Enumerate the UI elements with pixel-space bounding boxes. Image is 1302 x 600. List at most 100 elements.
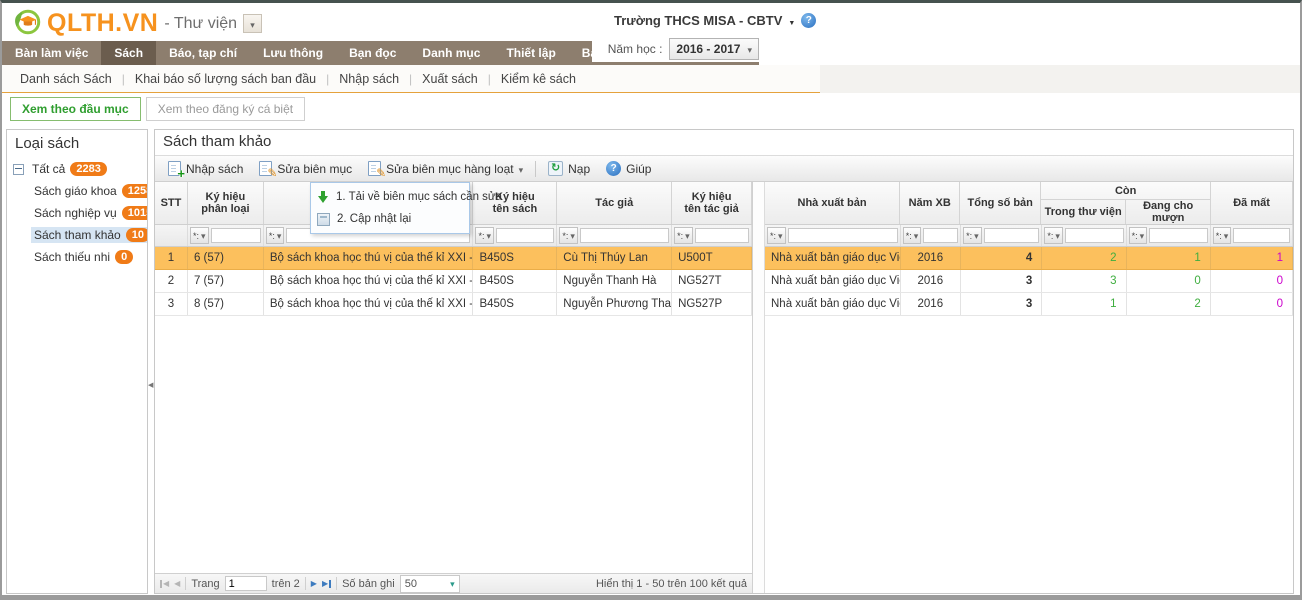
prev-page-icon[interactable]	[174, 580, 180, 588]
filter-operator-button[interactable]: *:	[1213, 227, 1232, 244]
filter-operator-button[interactable]: *:	[903, 227, 922, 244]
tree-item-4[interactable]: Sách thiếu nhi0	[7, 246, 147, 268]
table-row[interactable]: 16 (57)Bộ sách khoa học thú vị của thế k…	[155, 247, 752, 270]
filter-operator-button[interactable]: *:	[963, 227, 982, 244]
column-header-khpl[interactable]: Ký hiệu phân loại	[188, 182, 264, 224]
menu-item-update-again[interactable]: 2. Cập nhật lại	[311, 208, 469, 230]
table-row[interactable]: 38 (57)Bộ sách khoa học thú vị của thế k…	[155, 293, 752, 316]
help-button[interactable]: Giúp	[599, 159, 658, 178]
filter-input[interactable]	[1065, 228, 1124, 243]
table-row[interactable]: Nhà xuất bản giáo dục Việt Nam20163300	[765, 270, 1293, 293]
last-page-icon[interactable]	[322, 580, 331, 588]
toolbar-button-label: Sửa biên mục	[277, 162, 352, 176]
table-row[interactable]: 27 (57)Bộ sách khoa học thú vị của thế k…	[155, 270, 752, 293]
filter-input[interactable]	[496, 228, 554, 243]
next-page-icon[interactable]	[311, 580, 317, 588]
column-header-kh_tac_gia[interactable]: Ký hiệu tên tác giả	[672, 182, 752, 224]
nav-tab-ban-lam-viec[interactable]: Bàn làm việc	[2, 41, 101, 65]
filter-operator-button[interactable]: *:	[674, 227, 693, 244]
filter-operator-button[interactable]: *:	[190, 227, 209, 244]
tree-item-3[interactable]: Sách tham khảo10	[7, 224, 147, 246]
filter-cell-khpl: *:	[188, 225, 264, 246]
filter-input[interactable]	[923, 228, 958, 243]
reload-button[interactable]: Nạp	[541, 159, 597, 178]
filter-input[interactable]	[695, 228, 749, 243]
view-by-heading-button[interactable]: Xem theo đầu mục	[10, 97, 141, 121]
grid-left-section: STTKý hiệu phân loạiTên sáchKý hiệu tên …	[155, 182, 753, 593]
vertical-scrollbar[interactable]	[753, 182, 765, 593]
filter-input[interactable]	[211, 228, 261, 243]
column-group-header-con[interactable]: Còn	[1041, 182, 1211, 200]
cell-tac_gia: Nguyễn Phương Thanh	[557, 293, 672, 315]
column-header-stt[interactable]: STT	[155, 182, 188, 224]
tree-item-1[interactable]: Sách giáo khoa1258	[7, 180, 147, 202]
column-header-dang-cho-muon[interactable]: Đang cho mượn	[1126, 200, 1211, 224]
filter-input[interactable]	[1233, 228, 1290, 243]
first-page-icon[interactable]	[160, 580, 169, 588]
filter-operator-button[interactable]: *:	[559, 227, 578, 244]
edit-icon	[259, 161, 272, 176]
column-header-kh_ten_sach[interactable]: Ký hiệu tên sách	[473, 182, 557, 224]
filter-input[interactable]	[984, 228, 1040, 243]
filter-operator-button[interactable]: *:	[266, 227, 285, 244]
page-size-select[interactable]: 50	[400, 575, 460, 593]
collapse-sidebar-icon[interactable]	[148, 381, 153, 389]
pager-separator	[305, 577, 306, 590]
nav-tab-luu-thong[interactable]: Lưu thông	[250, 41, 336, 65]
chevron-down-icon	[277, 231, 282, 241]
batch-edit-catalog-button[interactable]: Sửa biên mục hàng loạt	[361, 159, 530, 178]
toolbar: Nhập sách Sửa biên mục Sửa biên mục hàng l…	[155, 155, 1293, 182]
filter-operator-button[interactable]: *:	[1044, 227, 1063, 244]
filter-operator-button[interactable]: *:	[767, 227, 786, 244]
page-size-value: 50	[405, 578, 417, 590]
subnav-link-xuat-sach[interactable]: Xuất sách	[412, 72, 488, 86]
chevron-down-icon	[570, 231, 575, 241]
column-header-da-mat[interactable]: Đã mất	[1211, 182, 1293, 224]
add-book-button[interactable]: Nhập sách	[161, 159, 250, 178]
column-header-tac_gia[interactable]: Tác giả	[557, 182, 672, 224]
page-input[interactable]	[225, 576, 267, 591]
chevron-down-icon	[914, 231, 919, 241]
nav-tab-bao-tap-chi[interactable]: Báo, tạp chí	[156, 41, 250, 65]
edit-catalog-button[interactable]: Sửa biên mục	[252, 159, 359, 178]
subnav-link-kiem-ke-sach[interactable]: Kiểm kê sách	[491, 72, 586, 86]
menu-item-download-catalog[interactable]: 1. Tải về biên mục sách cần sửa	[311, 186, 469, 208]
chevron-down-icon	[1140, 231, 1145, 241]
tree-expander-icon[interactable]	[13, 164, 24, 175]
filter-operator-button[interactable]: *:	[1129, 227, 1148, 244]
chevron-down-icon	[685, 231, 690, 241]
filter-input[interactable]	[580, 228, 669, 243]
nav-tab-danh-muc[interactable]: Danh mục	[409, 41, 493, 65]
tree-item-2[interactable]: Sách nghiệp vụ1015	[7, 202, 147, 224]
column-header-nam-xb[interactable]: Năm XB	[900, 182, 960, 224]
filter-cell-kh_ten_sach: *:	[473, 225, 557, 246]
view-by-registration-button[interactable]: Xem theo đăng ký cá biệt	[146, 97, 305, 121]
column-header-nxb[interactable]: Nhà xuất bản	[765, 182, 900, 224]
filter-input[interactable]	[1149, 228, 1208, 243]
logo-text: QLTH.VN	[47, 9, 158, 38]
subnav-link-danh-sach-sach[interactable]: Danh sách Sách	[10, 72, 122, 86]
school-account-menu[interactable]: Trường THCS MISA - CBTV	[614, 13, 816, 28]
subnav-link-khai-bao-so-luong-sach-ban-dau[interactable]: Khai báo số lượng sách ban đầu	[125, 72, 326, 86]
nav-tab-ban-doc[interactable]: Bạn đọc	[336, 41, 409, 65]
subnav-link-nhap-sach[interactable]: Nhập sách	[329, 72, 409, 86]
nav-tab-thiet-lap[interactable]: Thiết lập	[493, 41, 568, 65]
column-header-tong-so-ban[interactable]: Tổng số bản	[960, 182, 1041, 224]
subnav-spacer	[820, 65, 1300, 93]
filter-operator-button[interactable]: *:	[475, 227, 494, 244]
logo-suffix: - Thư viện	[164, 15, 237, 33]
module-dropdown-button[interactable]	[243, 14, 262, 33]
filter-input[interactable]	[788, 228, 898, 243]
pager-status: Hiển thị 1 - 50 trên 100 kết quả	[596, 578, 747, 590]
column-header-trong-thu-vien[interactable]: Trong thư viện	[1041, 200, 1126, 224]
cell-tac_gia: Cù Thị Thúy Lan	[557, 247, 672, 269]
help-icon[interactable]	[801, 13, 816, 28]
tree-item-0[interactable]: Tất cả2283	[7, 158, 147, 180]
tree-item-label: Sách thiếu nhi	[34, 250, 110, 264]
tree-item-content: Sách tham khảo10	[31, 227, 148, 243]
table-row[interactable]: Nhà xuất bản giáo dục Việt Nam20164211	[765, 247, 1293, 270]
page-of-label: trên 2	[272, 578, 300, 590]
nav-tab-sach[interactable]: Sách	[101, 41, 156, 65]
table-row[interactable]: Nhà xuất bản giáo dục Việt Nam20163120	[765, 293, 1293, 316]
school-year-select[interactable]: 2016 - 2017	[669, 38, 759, 60]
